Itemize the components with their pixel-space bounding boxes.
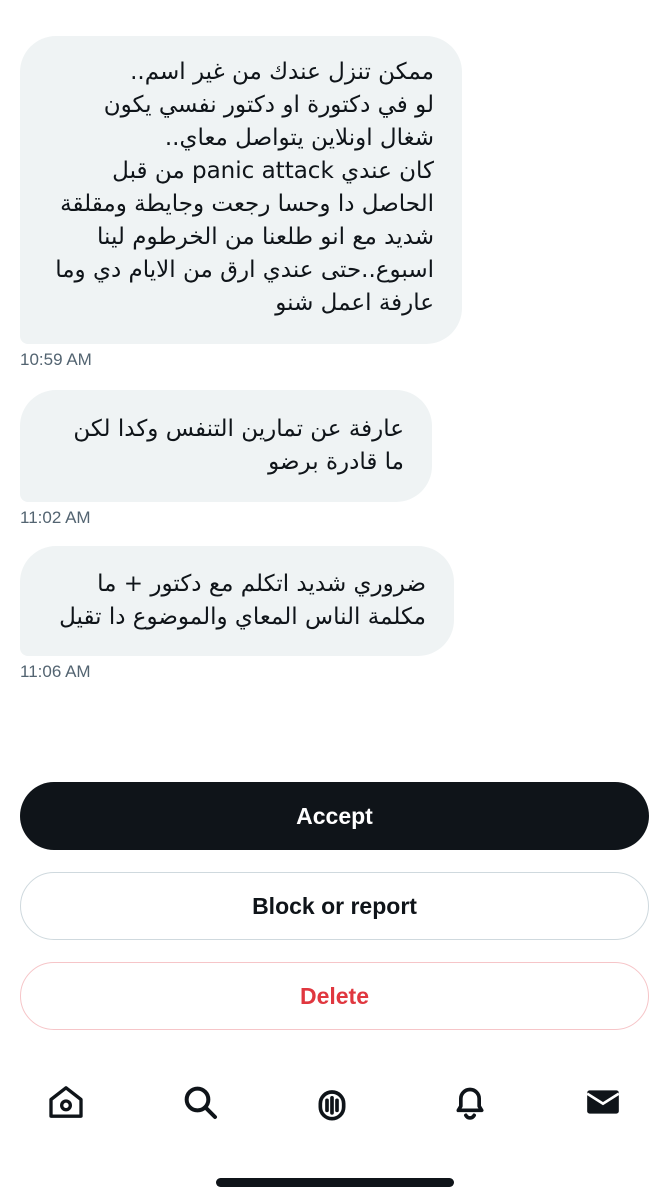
search-icon [184,1086,217,1119]
home-icon [49,1086,83,1118]
message-timestamp: 11:02 AM [20,508,91,527]
bottom-tab-bar [0,1072,669,1132]
message-timestamp: 11:06 AM [20,662,91,681]
message-item: ضروري شديد اتكلم مع دكتور + ما مكلمة الن… [20,546,454,682]
dm-request-screen: ممكن تنزل عندك من غير اسم.. لو في دكتورة… [0,0,669,1200]
tab-notifications[interactable] [446,1078,494,1126]
home-indicator [216,1178,454,1187]
block-or-report-button[interactable]: Block or report [20,872,649,940]
tab-search[interactable] [176,1078,224,1126]
message-item: ممكن تنزل عندك من غير اسم.. لو في دكتورة… [20,36,462,370]
bell-icon [456,1087,484,1120]
message-bubble: ضروري شديد اتكلم مع دكتور + ما مكلمة الن… [20,546,454,656]
envelope-icon [586,1090,620,1114]
message-bubble: ممكن تنزل عندك من غير اسم.. لو في دكتورة… [20,36,462,344]
delete-button[interactable]: Delete [20,962,649,1030]
message-bubble: عارفة عن تمارين التنفس وكدا لكن ما قادرة… [20,390,432,502]
tab-home[interactable] [42,1078,90,1126]
tab-spaces[interactable] [308,1078,356,1126]
message-timestamp: 10:59 AM [20,350,92,369]
tab-messages[interactable] [579,1078,627,1126]
accept-button[interactable]: Accept [20,782,649,850]
spaces-icon [318,1090,346,1121]
message-item: عارفة عن تمارين التنفس وكدا لكن ما قادرة… [20,390,432,528]
